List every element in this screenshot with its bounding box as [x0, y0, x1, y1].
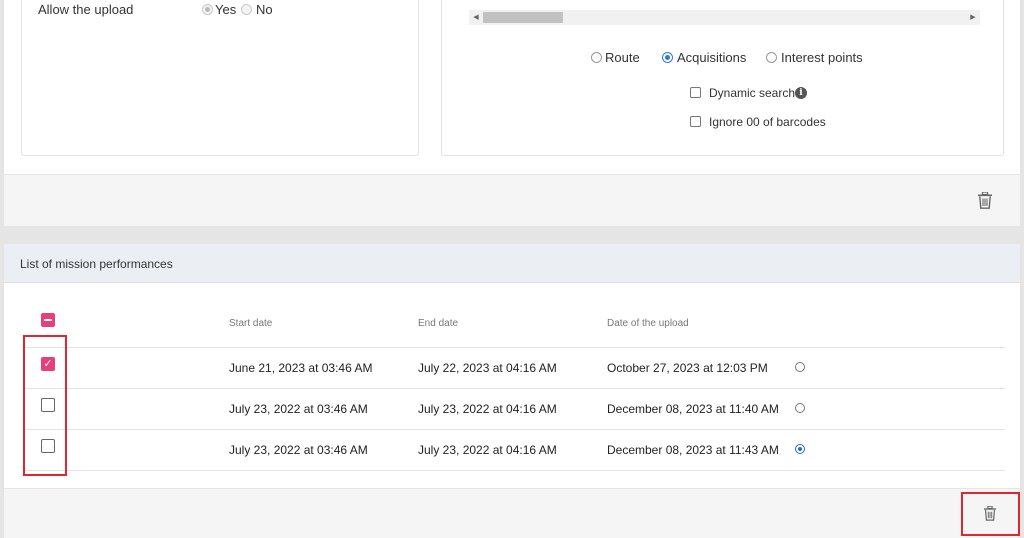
dynamic-search-label: Dynamic search [709, 86, 796, 100]
allow-upload-label: Allow the upload [38, 2, 134, 17]
row-divider [24, 388, 1005, 389]
row-upload-date: October 27, 2023 at 12:03 PM [607, 361, 768, 375]
row-select-radio[interactable] [795, 403, 805, 413]
row-upload-date: December 08, 2023 at 11:43 AM [607, 443, 779, 457]
horizontal-scrollbar[interactable]: ◀ ▶ [469, 10, 980, 25]
row-select-radio[interactable] [795, 444, 805, 454]
trash-icon[interactable] [978, 192, 992, 209]
row-end-date: July 23, 2022 at 04:16 AM [418, 402, 557, 416]
row-divider [24, 347, 1005, 348]
row-end-date: July 22, 2023 at 04:16 AM [418, 361, 557, 375]
list-header: List of mission performances [4, 244, 1020, 283]
allow-upload-no-radio[interactable] [241, 4, 252, 15]
allow-upload-yes-label: Yes [215, 2, 237, 17]
mode-route-radio[interactable] [591, 52, 602, 63]
row-end-date: July 23, 2022 at 04:16 AM [418, 443, 557, 457]
mission-performances-panel: List of mission performances Start date … [3, 244, 1021, 538]
mode-interest-points-label: Interest points [781, 50, 863, 65]
mode-interest-points-radio[interactable] [766, 52, 777, 63]
row-divider [24, 470, 1005, 471]
delete-highlight-box [961, 492, 1020, 536]
ignore-barcodes-checkbox[interactable] [690, 116, 701, 127]
list-footer [4, 488, 1020, 538]
row-start-date: July 23, 2022 at 03:46 AM [229, 443, 368, 457]
mode-acquisitions-radio[interactable] [662, 52, 673, 63]
scroll-right-arrow-icon[interactable]: ▶ [966, 10, 980, 25]
column-header-start-date: Start date [229, 318, 273, 329]
info-icon[interactable]: i [795, 87, 807, 99]
row-upload-date: December 08, 2023 at 11:40 AM [607, 402, 779, 416]
settings-panel: Allow the upload Yes No ◀ ▶ Route Acquis… [3, 0, 1021, 226]
row-select-radio[interactable] [795, 362, 805, 372]
scroll-left-arrow-icon[interactable]: ◀ [469, 10, 483, 25]
mode-route-label: Route [605, 50, 640, 65]
settings-footer [4, 174, 1020, 226]
upload-settings-box: Allow the upload Yes No [21, 0, 419, 156]
scrollbar-thumb[interactable] [483, 12, 563, 23]
row-start-date: June 21, 2023 at 03:46 AM [229, 361, 373, 375]
dynamic-search-checkbox[interactable] [690, 87, 701, 98]
allow-upload-no-label: No [256, 2, 273, 17]
select-all-checkbox[interactable] [41, 313, 55, 327]
column-header-end-date: End date [418, 318, 459, 329]
allow-upload-yes-radio[interactable] [202, 4, 213, 15]
row-start-date: July 23, 2022 at 03:46 AM [229, 402, 368, 416]
list-title: List of mission performances [20, 257, 173, 271]
checkbox-highlight-box [23, 335, 67, 476]
row-divider [24, 429, 1005, 430]
column-header-upload-date: Date of the upload [607, 318, 689, 329]
ignore-barcodes-label: Ignore 00 of barcodes [709, 115, 826, 129]
mode-acquisitions-label: Acquisitions [677, 50, 747, 65]
scan-options-box: ◀ ▶ Route Acquisitions Interest points D… [441, 0, 1004, 156]
